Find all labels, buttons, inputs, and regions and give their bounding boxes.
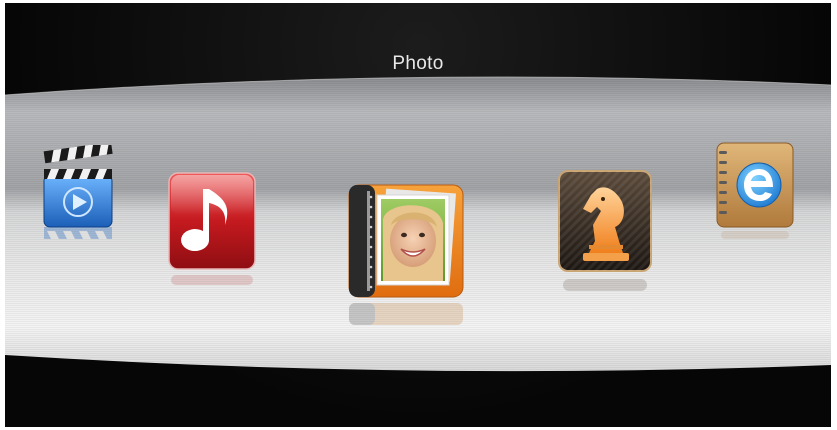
photo-menu-item[interactable] bbox=[343, 179, 467, 331]
game-menu-item[interactable] bbox=[553, 167, 657, 299]
ebook-menu-item[interactable] bbox=[709, 139, 797, 243]
ebook-notebook-icon bbox=[716, 142, 794, 239]
photo-album-icon bbox=[348, 184, 464, 325]
music-menu-item[interactable] bbox=[165, 171, 259, 291]
music-note-icon bbox=[168, 172, 256, 285]
tv-display: Photo bbox=[5, 3, 831, 427]
page-title: Photo bbox=[392, 53, 444, 74]
video-menu-item[interactable] bbox=[41, 145, 115, 245]
screen: Photo bbox=[0, 0, 837, 430]
chess-knight-icon bbox=[558, 170, 652, 291]
clapperboard-icon bbox=[43, 145, 113, 239]
